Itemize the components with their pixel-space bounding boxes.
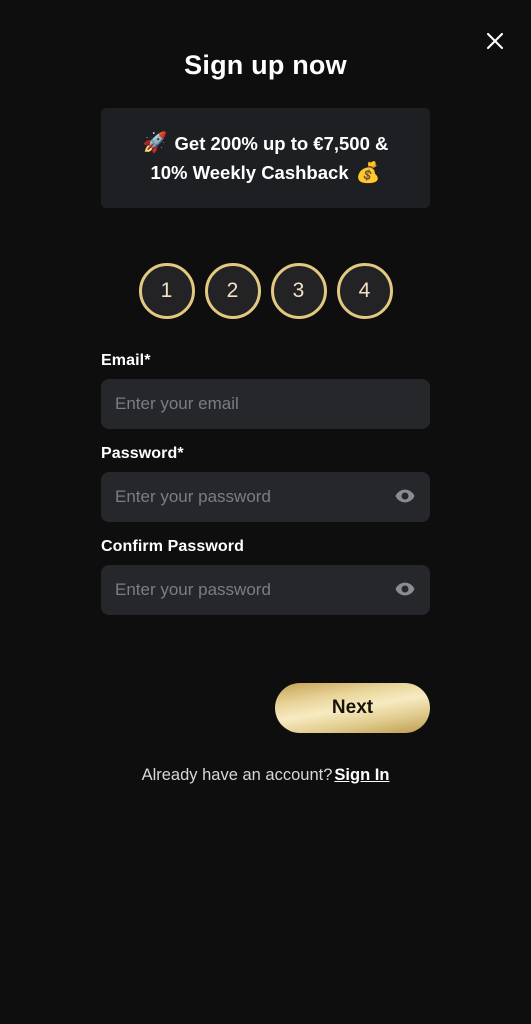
signin-link[interactable]: Sign In — [334, 766, 389, 784]
money-bag-icon: 💰 — [355, 161, 381, 184]
password-input[interactable] — [101, 472, 430, 522]
step-4[interactable]: 4 — [336, 263, 393, 319]
page-title: Sign up now — [184, 50, 347, 80]
close-icon — [484, 30, 506, 52]
email-label-text: Email — [101, 352, 145, 369]
step-indicator: 1 2 3 4 — [0, 263, 531, 319]
password-input-wrap[interactable] — [101, 472, 430, 522]
promo-banner: 🚀 Get 200% up to €7,500 & 10% Weekly Cas… — [101, 108, 430, 208]
confirm-password-label: Confirm Password — [101, 538, 430, 556]
confirm-password-input[interactable] — [101, 565, 430, 615]
confirm-password-field-group: Confirm Password — [101, 538, 430, 615]
promo-line-2-text: 10% Weekly Cashback — [150, 162, 349, 183]
password-field-group: Password* — [101, 445, 430, 522]
step-3[interactable]: 3 — [270, 263, 327, 319]
password-label: Password* — [101, 445, 430, 463]
step-1[interactable]: 1 — [138, 263, 195, 319]
eye-icon — [393, 577, 417, 604]
step-2[interactable]: 2 — [204, 263, 261, 319]
confirm-password-visibility-toggle[interactable] — [392, 577, 418, 603]
password-visibility-toggle[interactable] — [392, 484, 418, 510]
signin-prompt: Already have an account? Sign In — [0, 766, 531, 785]
email-field-group: Email* — [101, 352, 430, 429]
eye-icon — [393, 484, 417, 511]
signup-modal: Sign up now 🚀 Get 200% up to €7,500 & 10… — [0, 0, 531, 1024]
confirm-password-input-wrap[interactable] — [101, 565, 430, 615]
email-input-wrap[interactable] — [101, 379, 430, 429]
password-required-mark: * — [177, 445, 184, 462]
promo-line-2: 10% Weekly Cashback 💰 — [150, 161, 380, 184]
signin-prompt-text: Already have an account? — [141, 766, 333, 784]
email-label: Email* — [101, 352, 430, 370]
email-input[interactable] — [101, 379, 430, 429]
confirm-password-label-text: Confirm Password — [101, 538, 244, 555]
submit-row: Next — [101, 683, 430, 733]
promo-line-1: 🚀 Get 200% up to €7,500 & — [143, 132, 389, 155]
email-required-mark: * — [144, 352, 151, 369]
signup-form: Email* Password* — [101, 352, 430, 631]
rocket-icon: 🚀 — [142, 132, 168, 155]
next-button[interactable]: Next — [275, 683, 430, 733]
password-label-text: Password — [101, 445, 178, 462]
promo-line-1-text: Get 200% up to €7,500 & — [174, 132, 389, 154]
